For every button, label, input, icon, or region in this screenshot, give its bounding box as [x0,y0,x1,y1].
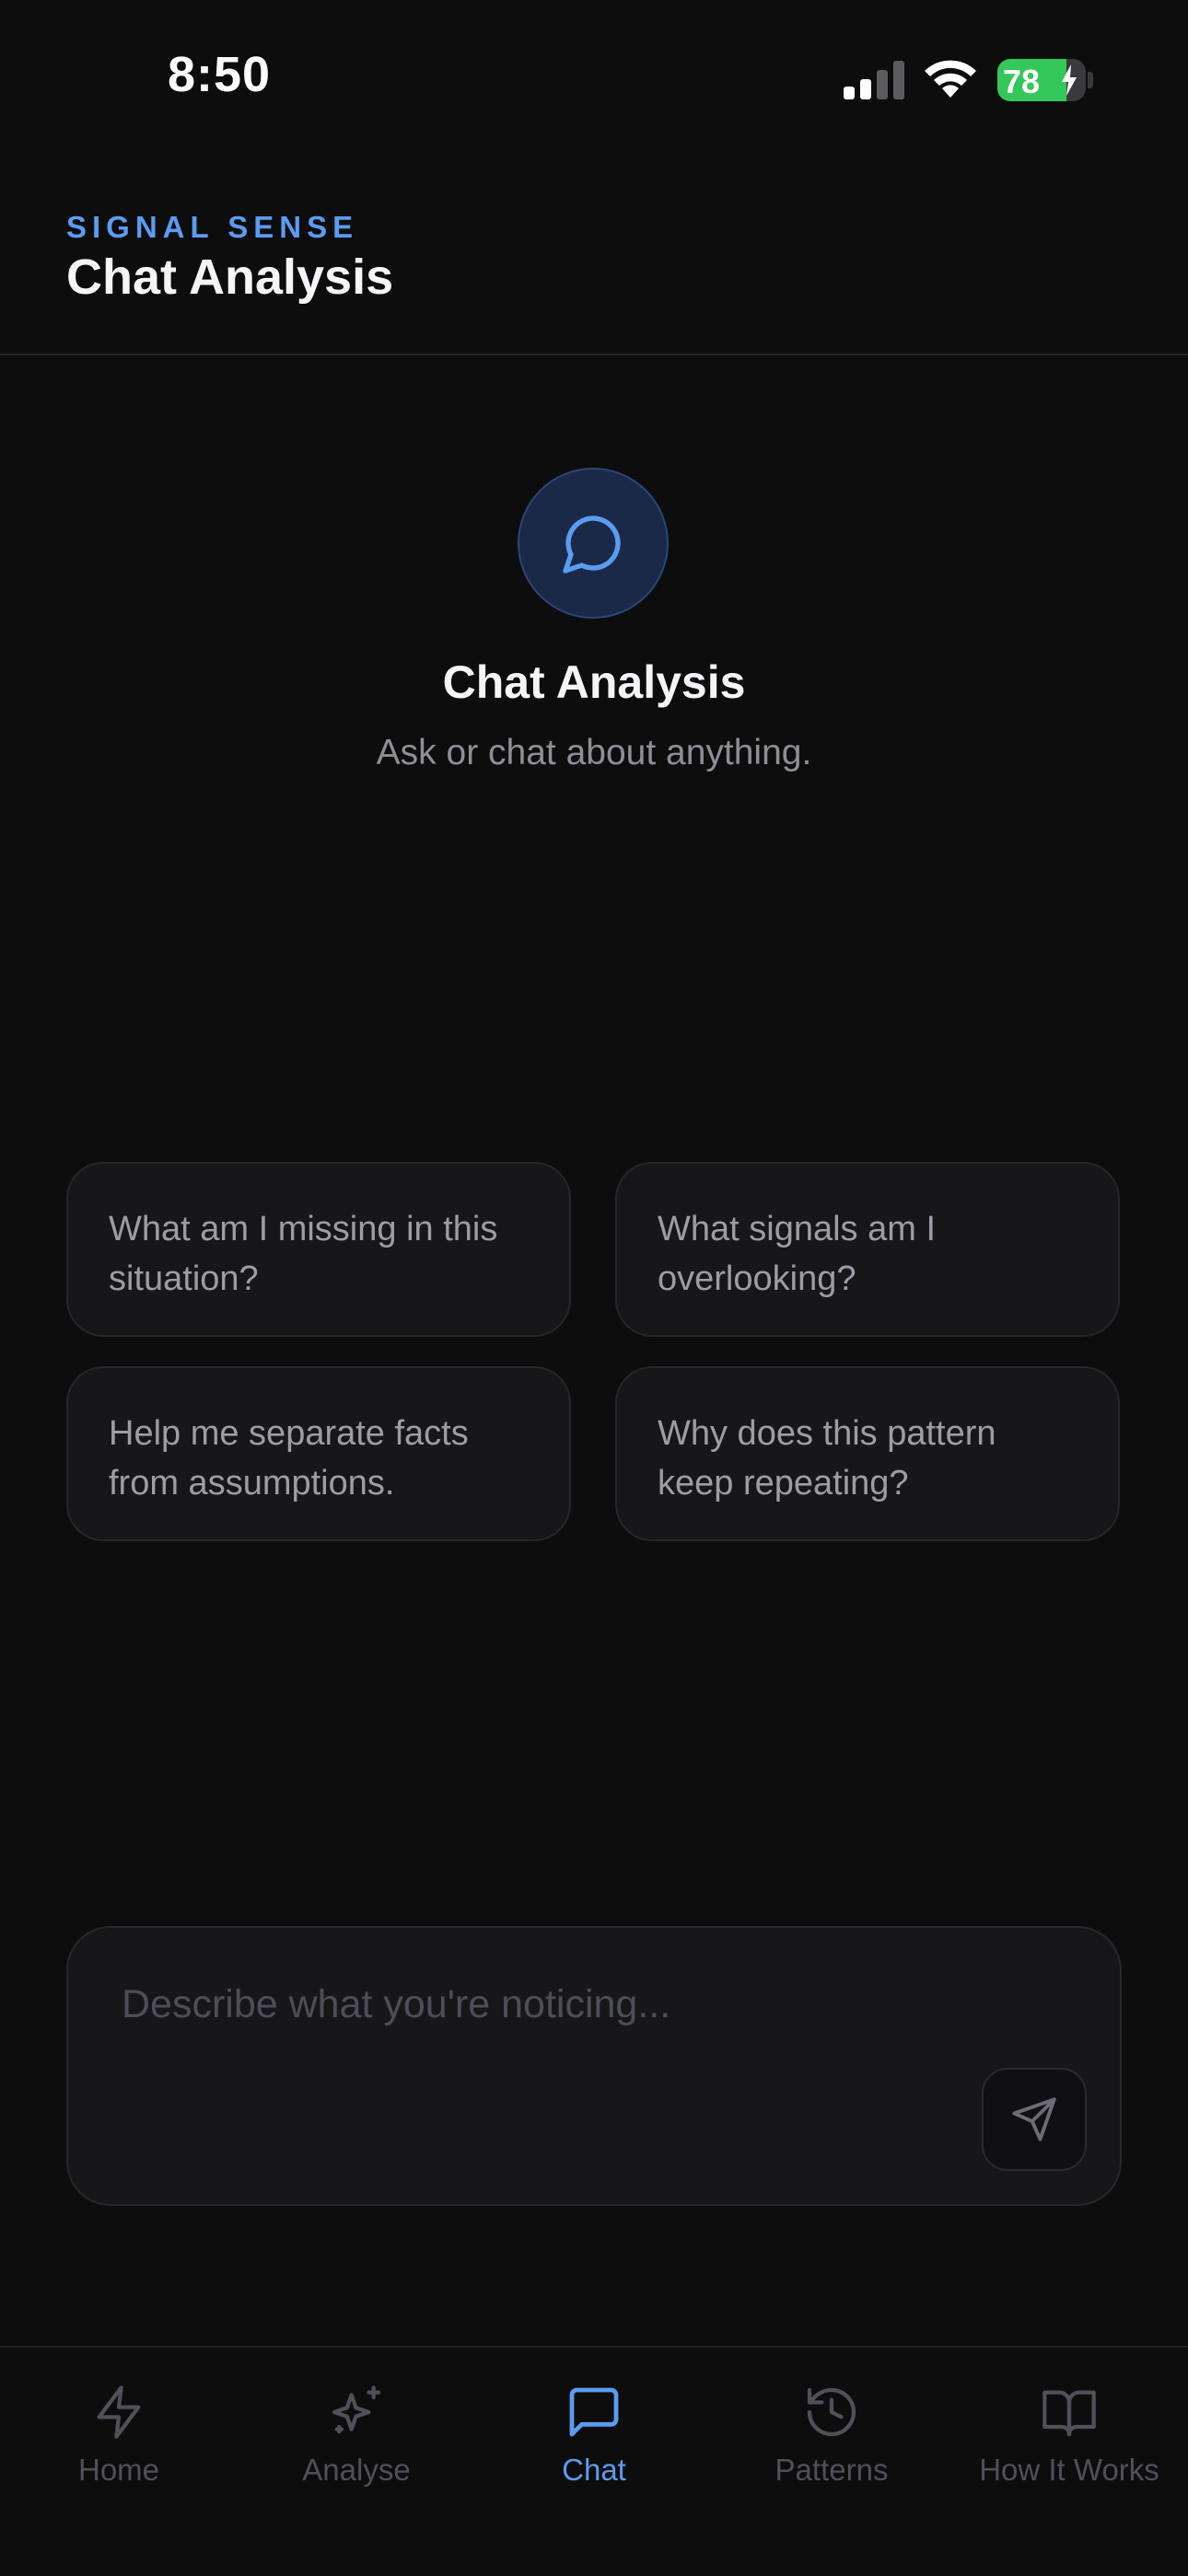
tab-label: Home [77,2453,160,2487]
tab-label: Analyse [302,2453,411,2487]
wifi-icon [925,60,976,98]
message-input[interactable] [120,1976,1007,2033]
message-composer [66,1926,1122,2206]
lightning-icon [97,2385,141,2439]
send-button[interactable] [982,2068,1087,2171]
status-bar: 8:50 78 [0,0,1188,157]
tab-home[interactable]: Home [0,2383,238,2502]
battery-percentage: 78 [1003,63,1041,100]
suggestion-chip[interactable]: What signals am I overlooking? [615,1162,1120,1337]
suggestion-chip[interactable]: Why does this pattern keep repeating? [615,1366,1120,1541]
app-name: SIGNAL SENSE [66,210,359,244]
status-time: 8:50 [168,47,272,102]
tab-label: How It Works [979,2453,1159,2487]
empty-state-subtitle: Ask or chat about anything. [376,733,812,772]
book-icon [1042,2390,1096,2437]
sparkle-icon [332,2385,381,2434]
empty-state-title: Chat Analysis [442,656,746,708]
suggestion-chip[interactable]: Help me separate facts from assumptions. [66,1366,571,1541]
charging-bolt-icon [1062,64,1077,96]
battery-cap [1088,72,1093,88]
cellular-signal-icon [844,61,904,99]
tab-label: Chat [562,2453,626,2487]
tab-bar: Home Analyse Chat Patterns How It Works [0,2346,1188,2576]
battery-indicator: 78 [997,59,1086,101]
tab-patterns[interactable]: Patterns [713,2383,950,2502]
chat-bubble-icon [569,2387,619,2437]
tab-label: Patterns [775,2453,889,2487]
history-icon [807,2387,856,2437]
tab-analyse[interactable]: Analyse [238,2383,475,2502]
chat-bubble-icon [518,468,669,619]
tab-chat[interactable]: Chat [475,2383,713,2502]
suggestion-chip[interactable]: What am I missing in this situation? [66,1162,571,1337]
page-header: SIGNAL SENSE Chat Analysis [0,157,1188,355]
send-icon [1012,2097,1056,2141]
tab-how-it-works[interactable]: How It Works [950,2383,1188,2502]
page-title: Chat Analysis [66,249,394,305]
